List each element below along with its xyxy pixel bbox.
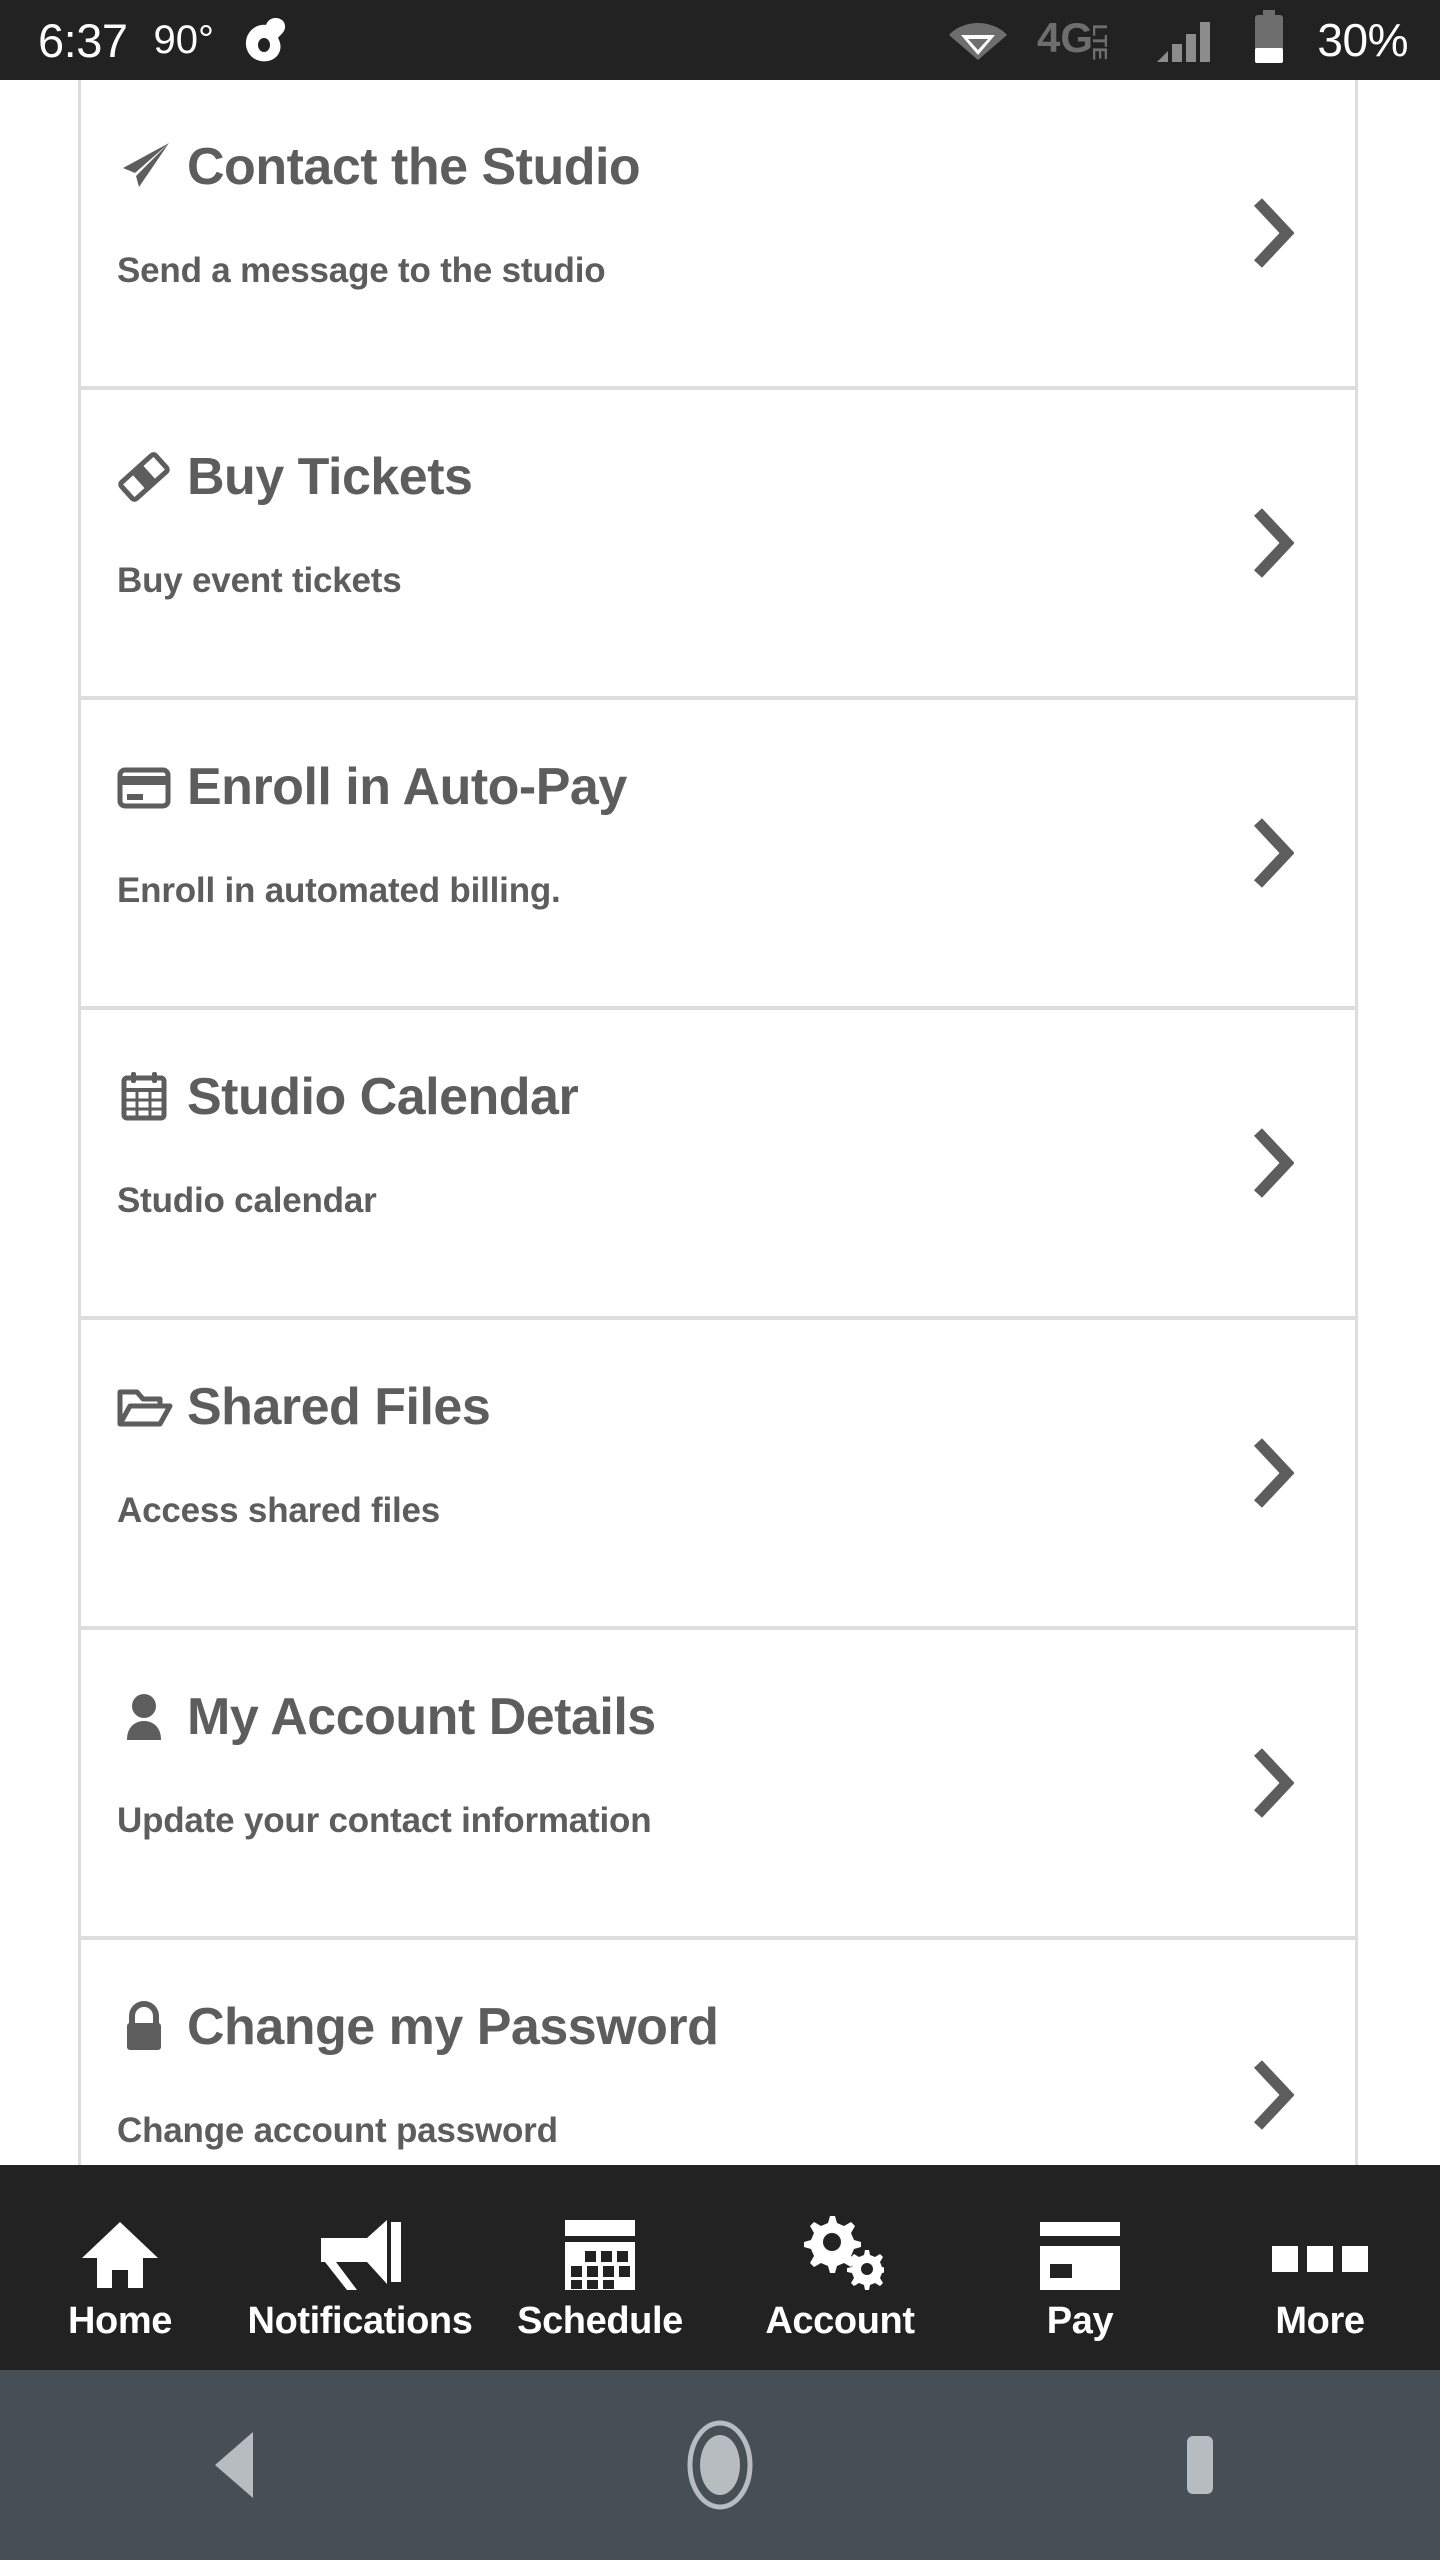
tab-account[interactable]: Account	[720, 2165, 960, 2370]
menu-item-shared-files[interactable]: Shared Files Access shared files	[81, 1320, 1355, 1630]
chevron-right-icon[interactable]	[1243, 193, 1303, 273]
chevron-right-icon[interactable]	[1243, 503, 1303, 583]
menu-item-title-row: Buy Tickets	[115, 447, 473, 507]
tab-pay[interactable]: Pay	[960, 2165, 1200, 2370]
menu-item-subtitle: Change account password	[117, 2111, 558, 2150]
cogs-icon	[796, 2208, 884, 2292]
menu-item-contact-the-studio[interactable]: Contact the Studio Send a message to the…	[81, 80, 1355, 390]
menu-item-title: My Account Details	[187, 1688, 656, 1746]
menu-item-title-row: Studio Calendar	[115, 1067, 579, 1127]
menu-item-title: Enroll in Auto-Pay	[187, 758, 627, 816]
battery-percent-label: 30%	[1317, 14, 1408, 66]
menu-item-title: Contact the Studio	[187, 138, 641, 196]
bottom-tab-bar: Home Notifications Schedule Account Pay …	[0, 2165, 1440, 2370]
tab-notifications[interactable]: Notifications	[240, 2165, 480, 2370]
credit-card-icon	[115, 758, 173, 816]
cellular-signal-icon	[1157, 12, 1221, 69]
menu-item-title: Shared Files	[187, 1378, 491, 1436]
tab-label: More	[1275, 2299, 1365, 2342]
menu-item-title: Buy Tickets	[187, 448, 473, 506]
chevron-right-icon[interactable]	[1243, 2055, 1303, 2135]
lock-icon	[115, 1998, 173, 2056]
home-icon	[81, 2208, 159, 2292]
paper-plane-icon	[115, 138, 173, 196]
calendar-filled-icon	[561, 2208, 639, 2292]
tab-label: Pay	[1046, 2299, 1114, 2342]
battery-icon	[1249, 9, 1289, 71]
recents-square-icon[interactable]	[1100, 2370, 1300, 2560]
calendar-icon	[115, 1068, 173, 1126]
back-triangle-icon[interactable]	[140, 2370, 340, 2560]
ticket-icon	[115, 448, 173, 506]
folder-open-icon	[115, 1378, 173, 1436]
menu-item-change-my-password[interactable]: Change my Password Change account passwo…	[81, 1940, 1355, 2165]
tab-label: Schedule	[517, 2299, 683, 2342]
chevron-right-icon[interactable]	[1243, 813, 1303, 893]
menu-item-subtitle: Studio calendar	[117, 1181, 377, 1220]
user-icon	[115, 1688, 173, 1746]
credit-card-filled-icon	[1036, 2208, 1124, 2292]
tab-home[interactable]: Home	[0, 2165, 240, 2370]
chevron-right-icon[interactable]	[1243, 1433, 1303, 1513]
menu-item-studio-calendar[interactable]: Studio Calendar Studio calendar	[81, 1010, 1355, 1320]
ellipsis-squares-icon	[1270, 2208, 1370, 2292]
status-bar-temperature: 90°	[153, 18, 214, 62]
bullhorn-icon	[317, 2208, 403, 2292]
menu-item-title-row: Contact the Studio	[115, 137, 641, 197]
avast-icon	[240, 16, 292, 64]
tab-label: Account	[765, 2299, 915, 2342]
tab-more[interactable]: More	[1200, 2165, 1440, 2370]
menu-item-subtitle: Access shared files	[117, 1491, 441, 1530]
tab-label: Notifications	[247, 2299, 473, 2342]
menu-item-subtitle: Update your contact information	[117, 1801, 652, 1840]
menu-item-my-account-details[interactable]: My Account Details Update your contact i…	[81, 1630, 1355, 1940]
menu-item-title-row: My Account Details	[115, 1687, 656, 1747]
menu-item-title: Change my Password	[187, 1998, 719, 2056]
svg-text:LTE: LTE	[1088, 24, 1110, 60]
status-bar-clock: 6:37	[38, 13, 128, 67]
home-circle-icon[interactable]	[620, 2370, 820, 2560]
menu-item-subtitle: Enroll in automated billing.	[117, 871, 561, 910]
menu-item-title-row: Enroll in Auto-Pay	[115, 757, 627, 817]
chevron-right-icon[interactable]	[1243, 1743, 1303, 1823]
android-navigation-bar	[0, 2370, 1440, 2560]
tab-schedule[interactable]: Schedule	[480, 2165, 720, 2370]
svg-text:4G: 4G	[1037, 14, 1093, 61]
network-type-icon: 4G LTE	[1037, 12, 1129, 69]
menu-item-enroll-in-auto-pay[interactable]: Enroll in Auto-Pay Enroll in automated b…	[81, 700, 1355, 1010]
status-bar-left: 6:37 90°	[38, 16, 292, 64]
menu-item-subtitle: Buy event tickets	[117, 561, 402, 600]
phone-screen: 6:37 90° 4G LTE 30% Contact the Studio S…	[0, 0, 1440, 2560]
menu-card: Contact the Studio Send a message to the…	[78, 80, 1358, 2165]
menu-item-subtitle: Send a message to the studio	[117, 251, 606, 290]
chevron-right-icon[interactable]	[1243, 1123, 1303, 1203]
status-bar-right: 4G LTE 30%	[947, 9, 1416, 71]
menu-scroll-area[interactable]: Contact the Studio Send a message to the…	[0, 80, 1440, 2165]
wifi-icon	[947, 13, 1009, 68]
menu-item-buy-tickets[interactable]: Buy Tickets Buy event tickets	[81, 390, 1355, 700]
menu-item-title-row: Change my Password	[115, 1997, 719, 2057]
status-bar: 6:37 90° 4G LTE 30%	[0, 0, 1440, 80]
menu-item-title: Studio Calendar	[187, 1068, 579, 1126]
tab-label: Home	[68, 2299, 172, 2342]
menu-item-title-row: Shared Files	[115, 1377, 491, 1437]
